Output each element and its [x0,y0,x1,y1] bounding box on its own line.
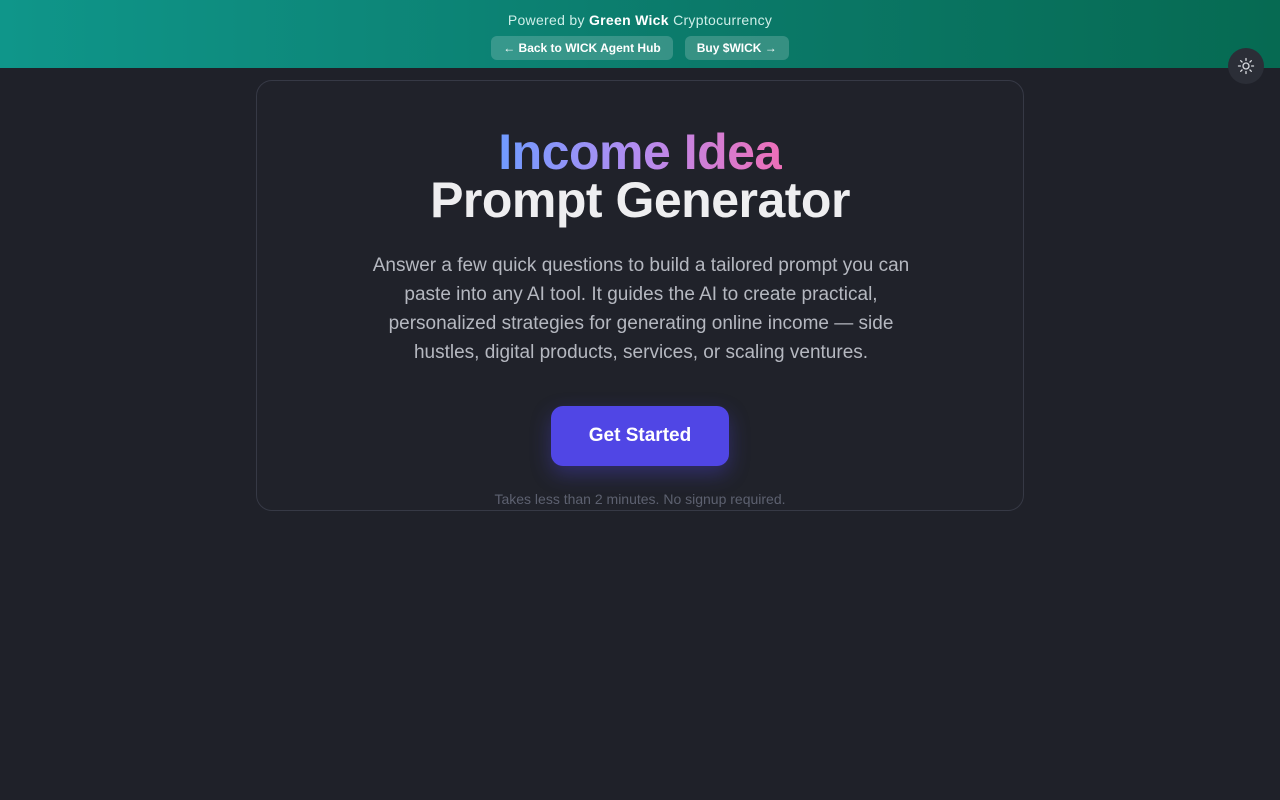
powered-by-prefix: Powered by [507,12,585,28]
top-banner: Powered by Green Wick Cryptocurrency ← B… [0,0,1280,68]
hero-description: Answer a few quick questions to build a … [372,255,910,363]
hero-card: Income Idea Prompt Generator Answer a fe… [256,80,1024,511]
banner-buttons: ← Back to WICK Agent Hub Buy $WICK → [0,36,1280,60]
powered-by-text: Powered by Green Wick Cryptocurrency [0,12,1280,28]
back-to-hub-button[interactable]: ← Back to WICK Agent Hub [491,36,673,60]
hero-note: Takes less than 2 minutes. No signup req… [494,491,786,507]
sun-icon [1237,57,1255,75]
brand-name: Green Wick [588,12,669,28]
powered-by-suffix: Cryptocurrency [673,12,773,28]
buy-wick-button[interactable]: Buy $WICK → [684,36,789,60]
theme-toggle-button[interactable] [1228,48,1264,84]
title-main: Prompt Generator [430,172,850,228]
get-started-button[interactable]: Get Started [551,406,729,466]
page-title: Income Idea Prompt Generator [257,127,1023,225]
